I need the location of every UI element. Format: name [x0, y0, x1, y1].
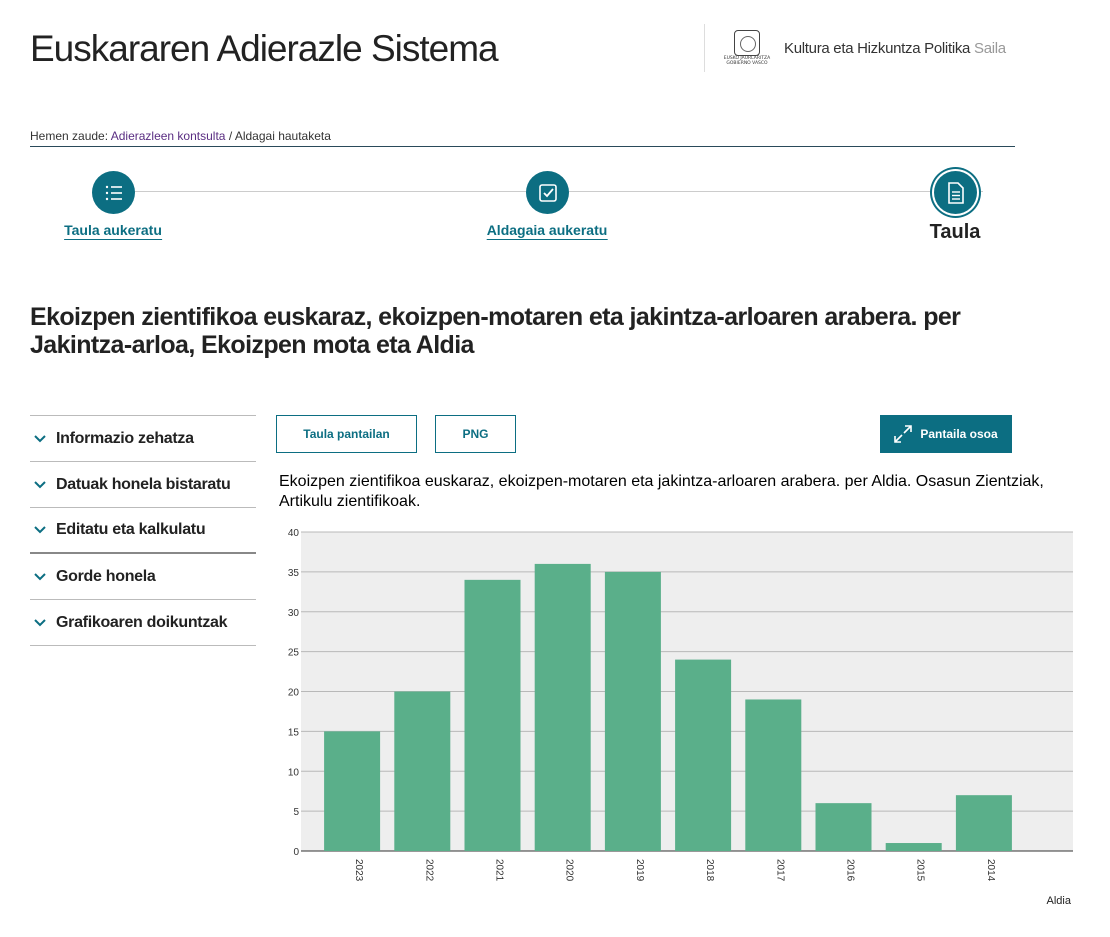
- list-icon: [105, 185, 122, 200]
- breadcrumb-current: Aldagai hautaketa: [234, 129, 331, 143]
- y-tick-label: 35: [288, 568, 300, 579]
- sidebar-item-label: Grafikoaren doikuntzak: [56, 613, 228, 631]
- step-variable-select[interactable]: [526, 171, 569, 214]
- department-suffix: Saila: [973, 39, 1006, 57]
- sidebar-item-save[interactable]: Gorde honela: [30, 554, 256, 600]
- sidebar-item-label: Editatu eta kalkulatu: [56, 521, 206, 538]
- gov-logo-line2: GOBIERNO VASCO: [726, 61, 768, 66]
- x-tick-label: 2023: [353, 859, 364, 882]
- bar-2015: [885, 843, 942, 851]
- y-tick-label: 0: [293, 847, 299, 858]
- bar-2019: [604, 571, 661, 851]
- x-tick-label: 2017: [774, 859, 785, 882]
- checkbox-icon: [538, 183, 557, 202]
- document-icon: [947, 181, 964, 204]
- breadcrumb: Hemen zaude: Adierazleen kontsulta / Ald…: [30, 129, 1015, 147]
- breadcrumb-separator: /: [228, 129, 233, 143]
- sidebar-item-edit[interactable]: Editatu eta kalkulatu: [30, 508, 256, 554]
- sidebar-item-display[interactable]: Datuak honela bistaratu: [30, 462, 256, 508]
- step-table: [934, 171, 977, 214]
- breadcrumb-link-queries[interactable]: Adierazleen kontsulta: [111, 129, 226, 143]
- x-tick-label: 2020: [564, 859, 575, 882]
- basque-government-logo: EUSKO JAURLARITZA GOBIERNO VASCO: [721, 25, 773, 71]
- step-table-select[interactable]: [92, 171, 135, 214]
- department-label: Kultura eta Hizkuntza Politika: [784, 39, 971, 57]
- bar-2020: [534, 563, 591, 851]
- government-brand[interactable]: EUSKO JAURLARITZA GOBIERNO VASCO Kultura…: [704, 24, 1006, 72]
- department-name: Kultura eta Hizkuntza Politika Saila: [784, 40, 1006, 57]
- step-label-table-select[interactable]: Taula aukeratu: [64, 222, 162, 240]
- y-tick-label: 15: [288, 727, 300, 738]
- chart-title: Ekoizpen zientifikoa euskaraz, ekoizpen-…: [279, 473, 1044, 510]
- sidebar-item-label: Informazio zehatza: [56, 429, 194, 447]
- chevron-down-icon: [34, 618, 56, 627]
- x-tick-label: 2019: [634, 859, 645, 882]
- sidebar-item-label: Datuak honela bistaratu: [56, 475, 231, 493]
- expand-icon: [894, 425, 913, 443]
- png-button[interactable]: PNG: [435, 415, 516, 453]
- y-tick-label: 40: [288, 528, 300, 539]
- y-tick-label: 30: [288, 608, 300, 619]
- y-tick-label: 5: [293, 807, 299, 818]
- x-tick-label: 2014: [985, 859, 996, 882]
- chevron-down-icon: [34, 434, 56, 443]
- step-label-variable-select[interactable]: Aldagaia aukeratu: [486, 222, 608, 240]
- bar-2023: [324, 731, 381, 851]
- chevron-down-icon: [34, 526, 56, 534]
- sidebar-item-label: Gorde honela: [56, 567, 156, 585]
- fullscreen-button[interactable]: Pantaila osoa: [880, 415, 1012, 453]
- x-tick-label: 2022: [423, 859, 434, 882]
- chevron-down-icon: [34, 572, 56, 581]
- y-tick-label: 10: [288, 767, 300, 778]
- x-axis-label: Aldia: [1047, 895, 1072, 907]
- sidebar-item-details[interactable]: Informazio zehatza: [30, 416, 256, 462]
- x-tick-label: 2015: [915, 859, 926, 882]
- sidebar-accordion: Informazio zehatza Datuak honela bistara…: [30, 415, 256, 646]
- bar-2018: [675, 659, 732, 851]
- x-tick-label: 2021: [494, 859, 505, 882]
- x-tick-label: 2018: [704, 859, 715, 882]
- breadcrumb-prefix: Hemen zaude:: [30, 129, 109, 143]
- y-tick-label: 25: [288, 648, 300, 659]
- sidebar-item-chart-settings[interactable]: Grafikoaren doikuntzak: [30, 600, 256, 646]
- bar-2017: [745, 699, 802, 851]
- fullscreen-label: Pantaila osoa: [920, 427, 998, 441]
- bar-chart: 0 5 10 15 20 25 30 35 40 2023 2022 2021 2020 2019 2018…: [288, 528, 1073, 907]
- coat-of-arms-icon: [734, 30, 760, 56]
- bar-2016: [815, 803, 872, 851]
- x-tick-label: 2016: [845, 859, 856, 882]
- table-view-button[interactable]: Taula pantailan: [276, 415, 417, 453]
- bar-2014: [955, 795, 1012, 851]
- page-title: Ekoizpen zientifikoa euskaraz, ekoizpen-…: [30, 303, 961, 359]
- bar-2022: [394, 691, 451, 851]
- bar-2021: [464, 579, 521, 851]
- step-label-table: Taula: [929, 221, 981, 243]
- site-title[interactable]: Euskararen Adierazle Sistema: [30, 28, 499, 70]
- y-tick-label: 20: [288, 688, 300, 699]
- chevron-down-icon: [34, 480, 56, 489]
